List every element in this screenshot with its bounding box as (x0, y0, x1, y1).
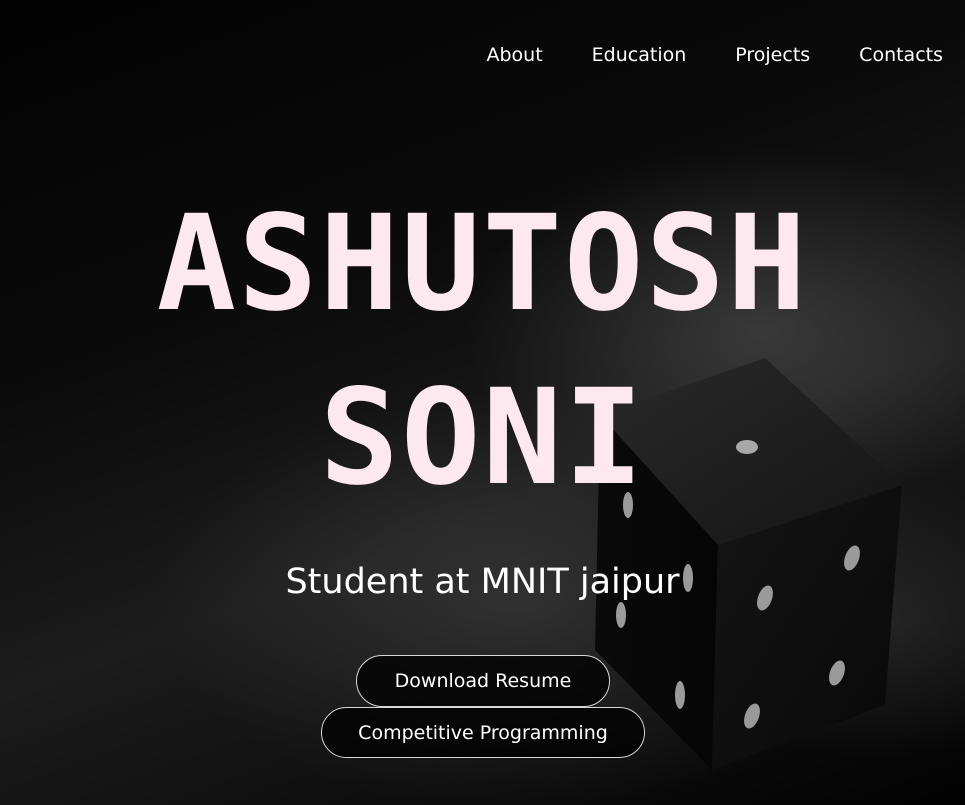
download-resume-button[interactable]: Download Resume (356, 655, 610, 707)
nav-item-education[interactable]: Education (592, 44, 687, 66)
top-nav: About Education Projects Contacts (486, 44, 943, 66)
competitive-programming-button[interactable]: Competitive Programming (321, 707, 645, 758)
name-heading-first: ASHUTOSH (156, 187, 809, 341)
nav-item-projects[interactable]: Projects (735, 44, 810, 66)
nav-item-about[interactable]: About (486, 44, 542, 66)
hero-section: About Education Projects Contacts ASHUTO… (0, 0, 965, 805)
subtitle: Student at MNIT jaipur (285, 562, 680, 602)
name-heading-last: SONI (319, 361, 646, 515)
nav-item-contacts[interactable]: Contacts (859, 44, 943, 66)
